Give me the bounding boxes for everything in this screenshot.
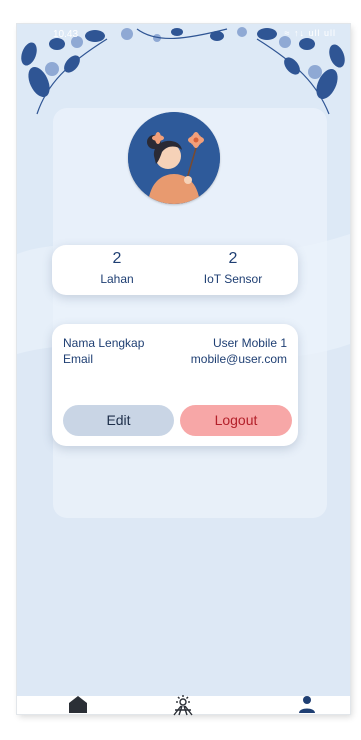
profile-avatar	[128, 112, 220, 204]
status-bar: 10.43 ≈ ↑↓ ull ull	[17, 24, 350, 44]
stat-value: 2	[228, 250, 238, 267]
woman-with-flowers-illustration	[128, 112, 220, 204]
logout-button[interactable]: Logout	[180, 405, 292, 436]
stat-value: 2	[112, 250, 122, 267]
stats-card: 2 Lahan 2 IoT Sensor	[52, 245, 298, 295]
nav-profile[interactable]	[293, 694, 321, 718]
user-icon	[299, 696, 315, 713]
nav-home[interactable]	[64, 694, 92, 718]
nav-field-monitor[interactable]	[169, 694, 197, 718]
stat-lahan: 2 Lahan	[62, 249, 172, 287]
info-key: Email	[63, 352, 94, 366]
profile-info-card: Nama Lengkap User Mobile 1 Email mobile@…	[52, 324, 298, 446]
info-value: User Mobile 1	[212, 336, 287, 350]
info-row-email: Email mobile@user.com	[63, 352, 287, 368]
stat-label: IoT Sensor	[203, 272, 263, 286]
info-value: mobile@user.com	[190, 352, 287, 366]
info-key: Nama Lengkap	[63, 336, 145, 350]
status-time: 10.43	[53, 29, 79, 40]
stat-label: Lahan	[100, 272, 134, 286]
bottom-navigation	[17, 695, 350, 716]
stat-iot-sensor: 2 IoT Sensor	[178, 249, 288, 287]
home-icon	[69, 696, 87, 713]
status-icons: ≈ ↑↓ ull ull	[284, 28, 336, 38]
edit-button[interactable]: Edit	[63, 405, 174, 436]
sun-field-icon	[173, 695, 193, 716]
info-row-name: Nama Lengkap User Mobile 1	[63, 336, 287, 352]
